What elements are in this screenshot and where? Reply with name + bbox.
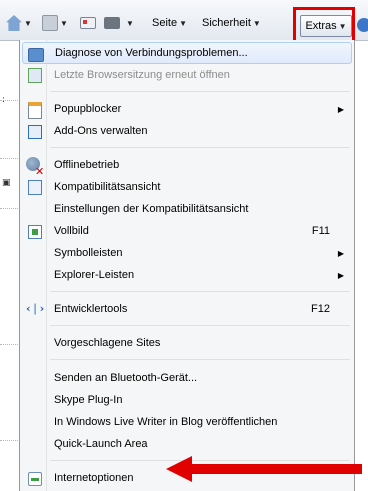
menu-item-label: Letzte Browsersitzung erneut öffnen <box>54 69 230 81</box>
home-icon <box>6 15 22 31</box>
menu-item-explorer-bars[interactable]: Explorer-Leisten ▶ <box>22 264 352 286</box>
offline-icon: ✕ <box>26 157 44 178</box>
shortcut-text: F12 <box>311 303 330 315</box>
reopen-session-icon <box>26 67 42 83</box>
home-button[interactable]: ▼ <box>6 13 32 33</box>
submenu-arrow-icon: ▶ <box>337 248 344 258</box>
menu-item-skype[interactable]: Skype Plug-In <box>22 389 352 411</box>
chevron-down-icon[interactable]: ▼ <box>126 19 134 28</box>
menu-item-toolbars[interactable]: Symbolleisten ▶ <box>22 242 352 264</box>
menu-item-label: Einstellungen der Kompatibilitätsansicht <box>54 203 249 215</box>
menu-item-quick-launch[interactable]: Quick-Launch Area <box>22 433 352 455</box>
submenu-arrow-icon: ▶ <box>337 270 344 280</box>
menu-item-label: Popupblocker <box>54 103 122 115</box>
internet-options-icon <box>26 470 42 486</box>
menu-separator <box>50 359 350 360</box>
feeds-button[interactable]: ▼ <box>42 13 68 33</box>
menu-item-label: Add-Ons verwalten <box>54 125 148 137</box>
menu-item-label: Vollbild <box>54 225 89 237</box>
help-icon[interactable] <box>357 18 368 32</box>
menu-item-label: Senden an Bluetooth-Gerät... <box>54 372 198 384</box>
menu-item-label: Diagnose von Verbindungsproblemen... <box>55 47 248 59</box>
background-divider <box>0 158 20 159</box>
background-divider <box>0 344 20 345</box>
popup-blocker-icon <box>26 101 42 119</box>
chevron-down-icon[interactable]: ▼ <box>60 19 68 28</box>
menu-item-addons[interactable]: Add-Ons verwalten <box>22 120 352 142</box>
red-arrow-annotation <box>166 456 362 482</box>
compat-view-icon <box>26 179 42 195</box>
menu-item-bluetooth[interactable]: Senden an Bluetooth-Gerät... <box>22 367 352 389</box>
menu-item-diagnose[interactable]: Diagnose von Verbindungsproblemen... <box>22 42 352 64</box>
chevron-down-icon: ▼ <box>252 18 261 28</box>
menu-separator <box>50 147 350 148</box>
sicherheit-label: Sicherheit <box>202 17 251 29</box>
print-button[interactable]: ▼ <box>104 13 134 33</box>
background-checkbox-icon: ▣ <box>2 178 11 188</box>
background-page: : ▣ <box>0 40 20 491</box>
background-glyph: : <box>2 95 6 105</box>
background-divider <box>0 440 20 441</box>
seite-label: Seite <box>152 17 178 29</box>
menu-separator <box>50 91 350 92</box>
menu-item-offline[interactable]: ✕ Offlinebetrieb <box>22 154 352 178</box>
menu-item-label: Kompatibilitätsansicht <box>54 181 161 193</box>
extras-dropdown-menu: Diagnose von Verbindungsproblemen... Let… <box>19 40 355 491</box>
seite-menu-button[interactable]: Seite ▼ <box>152 13 187 33</box>
arrow-left-icon <box>166 456 362 482</box>
fullscreen-icon <box>26 223 42 239</box>
menu-separator <box>50 291 350 292</box>
shortcut-text: F11 <box>311 225 330 237</box>
print-icon <box>104 17 120 29</box>
menu-item-fullscreen[interactable]: Vollbild F11 <box>22 220 352 242</box>
submenu-arrow-icon: ▶ <box>337 104 344 114</box>
menu-item-label: Quick-Launch Area <box>54 438 148 450</box>
menu-item-live-writer[interactable]: In Windows Live Writer in Blog veröffent… <box>22 411 352 433</box>
mail-button[interactable] <box>80 13 96 33</box>
menu-item-label: Explorer-Leisten <box>54 269 135 281</box>
menu-item-label: Entwicklertools <box>54 303 128 315</box>
menu-item-compat-view[interactable]: Kompatibilitätsansicht <box>22 176 352 198</box>
menu-item-reopen-session[interactable]: Letzte Browsersitzung erneut öffnen <box>22 64 352 86</box>
dev-tools-icon: ‹❘› <box>26 302 45 315</box>
network-diagnose-icon <box>27 46 44 62</box>
menu-item-label: Offlinebetrieb <box>54 159 120 171</box>
menu-item-popupblocker[interactable]: Popupblocker ▶ <box>22 98 352 120</box>
menu-item-label: Skype Plug-In <box>54 394 123 406</box>
menu-item-dev-tools[interactable]: ‹❘› Entwicklertools F12 <box>22 298 352 320</box>
menu-item-compat-settings[interactable]: Einstellungen der Kompatibilitätsansicht <box>22 198 352 220</box>
menu-item-label: Symbolleisten <box>54 247 123 259</box>
menu-item-label: Vorgeschlagene Sites <box>54 337 161 349</box>
menu-item-label: Internetoptionen <box>54 472 134 484</box>
addons-icon <box>26 123 42 139</box>
background-divider <box>0 208 20 209</box>
sicherheit-menu-button[interactable]: Sicherheit ▼ <box>202 13 261 33</box>
feed-icon <box>42 15 58 31</box>
menu-item-label: In Windows Live Writer in Blog veröffent… <box>54 416 278 428</box>
mail-icon <box>80 17 96 29</box>
chevron-down-icon: ▼ <box>179 18 187 28</box>
menu-separator <box>50 325 350 326</box>
menu-item-suggested-sites[interactable]: Vorgeschlagene Sites <box>22 332 352 354</box>
chevron-down-icon[interactable]: ▼ <box>24 19 32 28</box>
